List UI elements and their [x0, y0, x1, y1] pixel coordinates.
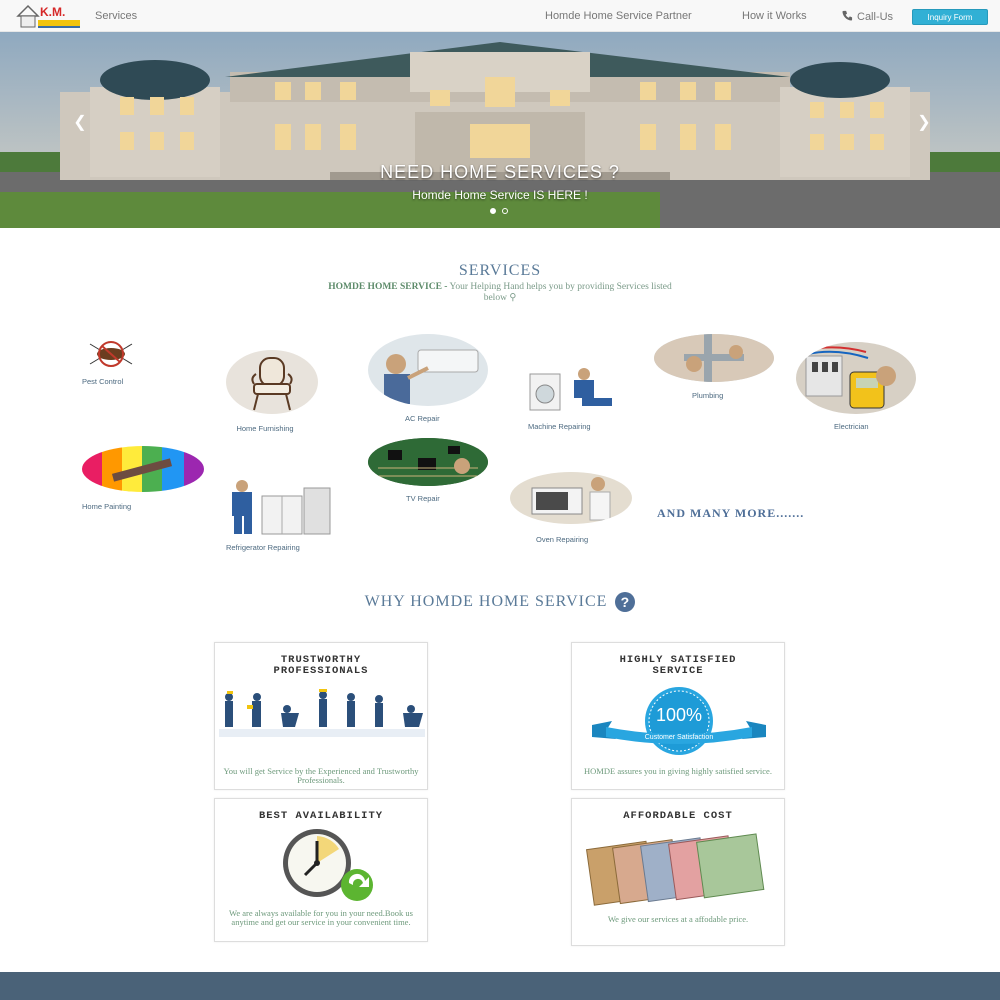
- card-text: HOMDE assures you in giving highly satis…: [584, 766, 772, 776]
- pin-icon: ⚲: [509, 293, 517, 303]
- tv-repair-image: [368, 438, 488, 486]
- footer: [0, 972, 1000, 1000]
- electrician-image: [796, 342, 916, 414]
- carousel-indicator-1[interactable]: [490, 208, 496, 214]
- hero-carousel: ❮ ❯ NEED HOME SERVICES ? Homde Home Serv…: [0, 32, 1000, 228]
- professionals-image: [219, 689, 425, 737]
- card-affordable-cost: AFFORDABLE COST We give our services at …: [571, 798, 785, 946]
- nav-partner[interactable]: Homde Home Service Partner: [545, 10, 692, 22]
- badge-text: Customer Satisfaction: [645, 734, 714, 741]
- nav-how-it-works[interactable]: How it Works: [742, 10, 807, 22]
- service-label: Home Furnishing: [236, 424, 294, 433]
- inquiry-form-button[interactable]: Inquiry Form: [912, 9, 988, 25]
- card-title: HIGHLY SATISFIED SERVICE: [619, 654, 737, 677]
- and-many-more-text: AND MANY MORE.......: [657, 506, 805, 520]
- service-label: TV Repair: [406, 494, 440, 503]
- why-title-text: WHY HOMDE HOME SERVICE: [364, 593, 608, 610]
- service-label: AC Repair: [405, 414, 440, 423]
- why-section-title: WHY HOMDE HOME SERVICE ?: [0, 592, 1000, 612]
- logo-text: K.M.: [40, 5, 65, 19]
- oven-repairing-image: [510, 472, 632, 524]
- clock-icon: [283, 829, 373, 901]
- refrigerator-repairing-image: [226, 478, 332, 536]
- card-best-availability: BEST AVAILABILITY We are always availabl…: [214, 798, 428, 942]
- services-intro-text: Your Helping Hand helps you by providing…: [447, 282, 672, 303]
- carousel-next-arrow-icon[interactable]: ❯: [914, 112, 934, 132]
- card-title: BEST AVAILABILITY: [258, 810, 384, 822]
- services-intro-bold: HOMDE HOME SERVICE -: [328, 282, 448, 292]
- card-title: TRUSTWORTHY PROFESSIONALS: [273, 654, 369, 677]
- card-highly-satisfied: HIGHLY SATISFIED SERVICE 100% Customer S…: [571, 642, 785, 790]
- nav-services[interactable]: Services: [95, 10, 137, 22]
- card-text: We give our services at a affodable pric…: [607, 914, 749, 924]
- card-text: You will get Service by the Experienced …: [223, 766, 419, 785]
- service-label: Home Painting: [82, 502, 132, 511]
- hero-title: NEED HOME SERVICES ?: [380, 162, 620, 182]
- pest-control-image: [82, 340, 140, 368]
- service-label: Electrician: [834, 422, 869, 431]
- navbar: K.M. Services Homde Home Service Partner…: [0, 0, 1000, 32]
- call-us-label: Call-Us: [857, 11, 894, 23]
- service-label: Machine Repairing: [528, 422, 591, 431]
- carousel-indicator-2[interactable]: [502, 208, 508, 214]
- carousel-prev-arrow-icon[interactable]: ❮: [70, 112, 90, 132]
- phone-icon: [842, 10, 853, 24]
- brand-logo[interactable]: K.M.: [16, 2, 82, 30]
- home-furnishing-image: [226, 350, 318, 414]
- home-painting-image: [82, 446, 204, 492]
- machine-repairing-image: [522, 366, 622, 414]
- card-trustworthy: TRUSTWORTHY PROFESSIONALS You will get S…: [214, 642, 428, 790]
- service-label: Pest Control: [82, 377, 124, 386]
- currency-notes-image: [586, 833, 765, 906]
- service-label: Refrigerator Repairing: [226, 543, 300, 552]
- service-label: Plumbing: [692, 391, 724, 400]
- card-title: AFFORDABLE COST: [623, 810, 733, 822]
- card-text: We are always available for you in your …: [229, 908, 413, 927]
- service-label: Oven Repairing: [536, 535, 589, 544]
- nav-call-us[interactable]: Call-Us: [842, 10, 893, 24]
- satisfaction-badge-image: 100% Customer Satisfaction: [592, 687, 766, 755]
- badge-value: 100%: [656, 705, 702, 725]
- hero-subtitle: Homde Home Service IS HERE !: [412, 188, 588, 202]
- ac-repair-image: [368, 334, 488, 406]
- services-title: SERVICES: [458, 262, 542, 279]
- question-icon: ?: [615, 592, 636, 612]
- services-intro: HOMDE HOME SERVICE - Your Helping Hand h…: [320, 282, 680, 304]
- plumbing-image: [654, 334, 774, 382]
